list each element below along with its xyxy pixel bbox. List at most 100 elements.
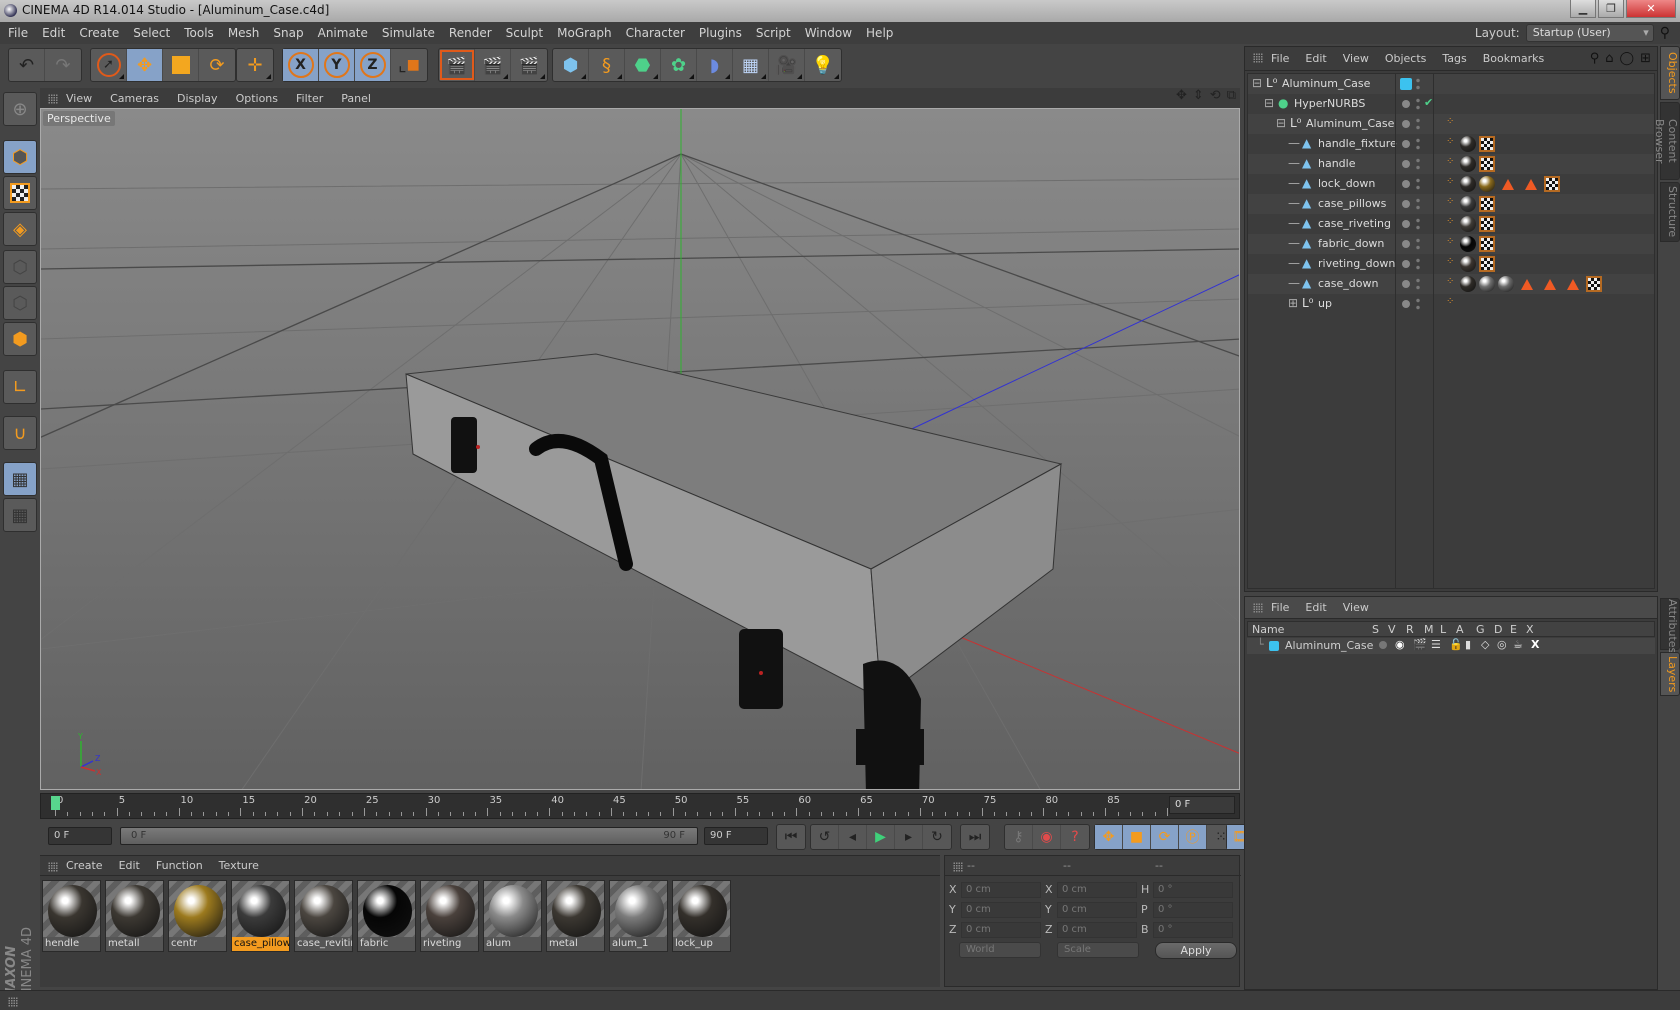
object-row[interactable]: — ▲ handle ⁘ — [1248, 154, 1654, 174]
keyframe-selection-icon[interactable]: ? — [1061, 825, 1089, 849]
material-tag-icon[interactable] — [1460, 276, 1476, 292]
selection-tag-icon[interactable] — [1544, 279, 1556, 290]
coordinate-mode-dropdown[interactable]: World — [959, 942, 1041, 958]
side-tab-attributes[interactable]: Attributes — [1660, 598, 1680, 653]
layer-visible-icon[interactable]: ◉ — [1395, 638, 1405, 651]
material-menu-texture[interactable]: Texture — [219, 859, 259, 872]
current-frame-field[interactable]: 0 F — [1169, 796, 1235, 814]
cube-icon[interactable]: ⬢ — [553, 49, 589, 81]
editor-render-dots[interactable] — [1416, 257, 1420, 271]
phong-tag-icon[interactable]: ⁘ — [1446, 216, 1454, 227]
layer-column-a[interactable]: A — [1456, 623, 1464, 636]
object-name[interactable]: Aluminum_Case — [1306, 117, 1394, 130]
deformer-icon[interactable]: ◗ — [697, 49, 733, 81]
viewport-menu-options[interactable]: Options — [236, 92, 278, 105]
material-tag-icon[interactable] — [1460, 216, 1476, 232]
selection-tag-icon[interactable] — [1525, 179, 1537, 190]
editor-render-dots[interactable] — [1416, 77, 1420, 91]
viewport-menu-cameras[interactable]: Cameras — [110, 92, 159, 105]
rotate-view-icon[interactable]: ⟲ — [1210, 88, 1221, 103]
scale-icon[interactable] — [163, 49, 199, 81]
material-menu-edit[interactable]: Edit — [119, 859, 140, 872]
menu-mesh[interactable]: Mesh — [228, 26, 260, 40]
visibility-dot[interactable] — [1402, 180, 1410, 188]
axis-mode-icon[interactable]: ∟ — [3, 370, 37, 404]
side-tab-objects[interactable]: Objects — [1660, 46, 1680, 100]
object-row[interactable]: — ▲ case_down ⁘ — [1248, 274, 1654, 294]
visibility-dot[interactable] — [1402, 280, 1410, 288]
phong-tag-icon[interactable]: ⁘ — [1446, 136, 1454, 147]
phong-tag-icon[interactable]: ⁘ — [1446, 256, 1454, 267]
panel-grip[interactable] — [8, 997, 18, 1007]
object-name[interactable]: handle_fixture — [1318, 137, 1397, 150]
texture-tag-icon[interactable] — [1479, 216, 1495, 232]
menu-file[interactable]: File — [8, 26, 28, 40]
object-name[interactable]: lock_down — [1318, 177, 1375, 190]
layer-manager-icon[interactable]: ☰ — [1431, 638, 1441, 651]
edges-mode-icon[interactable]: ⬡ — [3, 286, 37, 320]
material-swatch[interactable]: case_revitir — [294, 880, 353, 952]
x-axis-icon[interactable]: X — [283, 49, 319, 81]
material-tag-icon[interactable] — [1498, 276, 1514, 292]
nurbs-icon[interactable]: ⬣ — [625, 49, 661, 81]
coord-field[interactable]: 0 ° — [1153, 922, 1233, 938]
start-frame-field[interactable]: 0 F — [48, 827, 112, 845]
side-tab-layers[interactable]: Layers — [1660, 652, 1680, 696]
render-picture-viewer-icon[interactable]: 🎬 — [475, 49, 511, 81]
menu-sculpt[interactable]: Sculpt — [506, 26, 543, 40]
object-row[interactable]: ⊟ ● HyperNURBS ✔ — [1248, 94, 1654, 114]
frame-range-slider[interactable]: 0 F 90 F — [120, 827, 698, 845]
previous-frame-icon[interactable]: ◂ — [839, 825, 867, 849]
layer-column-r[interactable]: R — [1406, 623, 1414, 636]
texture-tag-icon[interactable] — [1479, 256, 1495, 272]
rotate-icon[interactable]: ⟳ — [199, 49, 235, 81]
layer-column-e[interactable]: E — [1510, 623, 1517, 636]
material-swatch[interactable]: riveting — [420, 880, 479, 952]
layer-menu-edit[interactable]: Edit — [1305, 601, 1326, 614]
make-editable-icon[interactable]: ⊕ — [3, 92, 37, 126]
apply-button[interactable]: Apply — [1155, 942, 1237, 959]
material-tag-icon[interactable] — [1460, 156, 1476, 172]
light-icon[interactable]: 💡 — [805, 49, 841, 81]
material-swatch[interactable]: metall — [105, 880, 164, 952]
object-row[interactable]: ⊟ L⁰ Aluminum_Case ⁘ — [1248, 114, 1654, 134]
object-name[interactable]: HyperNURBS — [1294, 97, 1365, 110]
object-menu-edit[interactable]: Edit — [1305, 52, 1326, 65]
coord-field[interactable]: 0 cm — [1057, 922, 1137, 938]
menu-help[interactable]: Help — [866, 26, 893, 40]
menu-simulate[interactable]: Simulate — [382, 26, 435, 40]
points-mode-icon[interactable]: ⬡ — [3, 250, 37, 284]
snap-magnet-icon[interactable]: ∪ — [3, 416, 37, 450]
material-swatch[interactable]: fabric — [357, 880, 416, 952]
menu-script[interactable]: Script — [756, 26, 791, 40]
texture-tag-icon[interactable] — [1479, 236, 1495, 252]
z-axis-icon[interactable]: Z — [355, 49, 391, 81]
object-name[interactable]: up — [1318, 297, 1332, 310]
close-button[interactable]: ✕ — [1626, 0, 1676, 18]
autokeying-icon[interactable]: ◉ — [1033, 825, 1061, 849]
editor-render-dots[interactable] — [1416, 297, 1420, 311]
layer-menu-view[interactable]: View — [1343, 601, 1369, 614]
visibility-dot[interactable] — [1402, 120, 1410, 128]
home-icon[interactable]: ⌂ — [1605, 51, 1613, 66]
material-tag-icon[interactable] — [1460, 176, 1476, 192]
collapse-icon[interactable]: ⊟ — [1276, 116, 1286, 130]
editor-render-dots[interactable] — [1416, 197, 1420, 211]
eye-icon[interactable]: ◯ — [1620, 51, 1635, 66]
editor-render-dots[interactable] — [1416, 177, 1420, 191]
layer-generators-icon[interactable]: ◇ — [1481, 638, 1489, 651]
viewport-menu-panel[interactable]: Panel — [341, 92, 371, 105]
undo-icon[interactable]: ↶ — [9, 49, 45, 81]
layer-column-g[interactable]: G — [1476, 623, 1485, 636]
editor-render-dots[interactable] — [1416, 237, 1420, 251]
workplane-rotate-icon[interactable]: ▦ — [3, 498, 37, 532]
layer-color-swatch[interactable] — [1269, 641, 1279, 651]
material-tag-icon[interactable] — [1479, 176, 1495, 192]
material-tag-icon[interactable] — [1460, 256, 1476, 272]
previous-key-icon[interactable]: ↺ — [811, 825, 839, 849]
y-axis-icon[interactable]: Y — [319, 49, 355, 81]
object-row[interactable]: — ▲ case_riveting ⁘ — [1248, 214, 1654, 234]
play-icon[interactable]: ▶ — [867, 825, 895, 849]
coord-field[interactable]: 0 ° — [1153, 882, 1233, 898]
material-swatch[interactable]: centr — [168, 880, 227, 952]
